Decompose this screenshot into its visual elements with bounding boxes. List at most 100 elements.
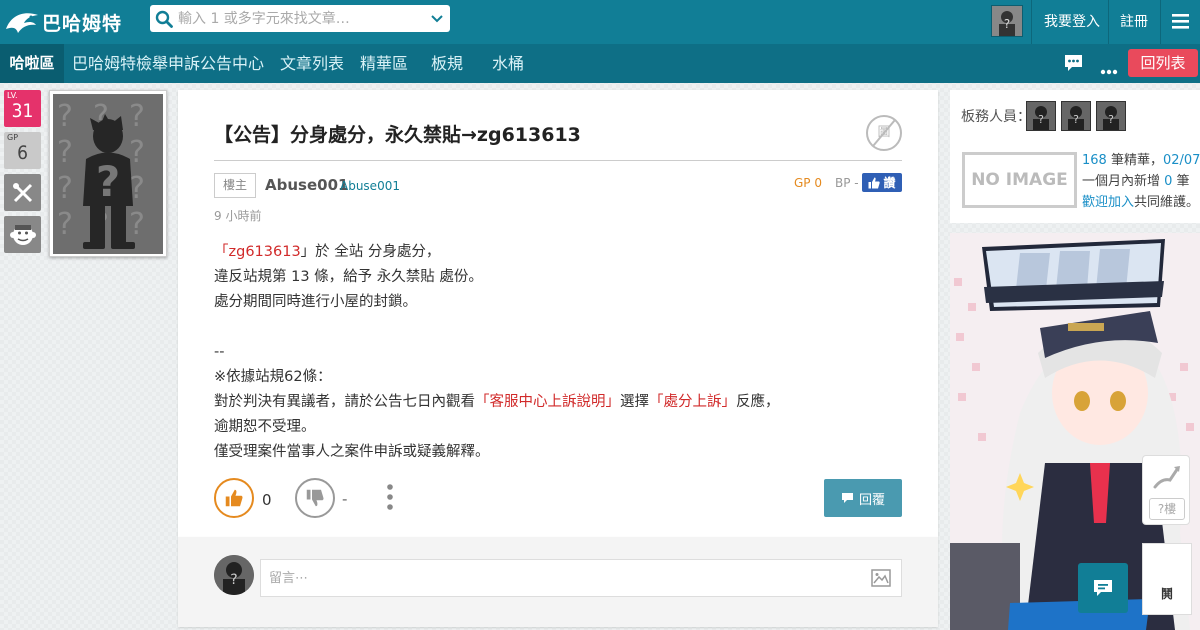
svg-text:?: ? (1038, 113, 1044, 126)
level-value: 31 (11, 100, 34, 122)
banned-user-link[interactable]: zg613613 (229, 244, 301, 260)
post-card: 【公告】分身處分，永久禁貼→zg613613 圖 樓主 Abuse001 Abu… (178, 90, 938, 537)
svg-text:?: ? (1108, 113, 1114, 126)
tab-ban-bucket[interactable]: 水桶 (492, 44, 524, 83)
appeal-link[interactable]: 「處分上訴」 (649, 394, 736, 410)
svg-text:?: ? (96, 157, 120, 206)
chat-icon (1094, 580, 1112, 596)
moderator-avatar[interactable]: ? (1096, 101, 1126, 131)
svg-text:?: ? (129, 99, 145, 134)
bahamut-logo-icon (6, 13, 38, 33)
body-text: 處分期間同時進行小屋的封鎖。 (214, 294, 417, 310)
comment-input[interactable] (261, 560, 861, 596)
tab-rules[interactable]: 板規 (431, 44, 463, 83)
join-link[interactable]: 歡迎加入 (1082, 195, 1134, 210)
moderator-avatar[interactable]: ? (1026, 101, 1056, 131)
search-icon[interactable] (150, 5, 178, 32)
body-text: 逾期恕不受理。 (214, 419, 316, 435)
login-link[interactable]: 我要登入 (1044, 0, 1100, 44)
svg-text:?: ? (57, 171, 73, 206)
chevron-down-icon[interactable] (424, 14, 450, 24)
chat-fab-button[interactable] (1078, 563, 1128, 613)
tab-board-name[interactable]: 巴哈姆特檢舉申訴公告中心 (72, 44, 264, 83)
site-logo[interactable]: 巴哈姆特 (4, 7, 122, 37)
stat-text: 筆 (1172, 174, 1190, 189)
divider (1108, 0, 1109, 44)
side-float-tab[interactable]: 鬨 (1142, 543, 1192, 615)
bp-dislike-button[interactable] (295, 478, 335, 518)
level-badge[interactable]: LV. 31 (4, 90, 41, 127)
svg-text:?: ? (230, 572, 237, 588)
top-bar: 巴哈姆特 ? 我要登入 註冊 (0, 0, 1200, 44)
commenter-avatar: ? (214, 555, 254, 595)
monkey-face-icon[interactable] (4, 216, 41, 253)
level-tag: LV. (7, 91, 18, 100)
floor-jump-input[interactable]: ?樓 (1149, 498, 1185, 520)
board-cover-placeholder: NO IMAGE (962, 152, 1077, 208)
moderator-label: 板務人員： (961, 109, 1031, 125)
user-avatar[interactable]: ? (991, 5, 1023, 37)
author-name[interactable]: Abuse001 (265, 176, 348, 194)
post-time: 9 小時前 (214, 209, 262, 223)
hamburger-menu-icon[interactable] (1172, 13, 1189, 33)
thumbs-down-icon (306, 489, 324, 507)
board-info-panel: 板務人員： ? ? ? NO IMAGE 168 筆精華，02/07 更新 一個… (950, 90, 1200, 223)
body-text: ※依據站規62條： (214, 369, 332, 385)
divider (1160, 0, 1161, 44)
reply-label: 回覆 (858, 492, 885, 508)
gp-like-button[interactable] (214, 478, 254, 518)
thumbs-up-icon (225, 489, 243, 507)
update-date[interactable]: 02/07 (1163, 153, 1200, 168)
image-upload-icon[interactable] (871, 569, 891, 591)
more-horizontal-icon[interactable] (1100, 60, 1118, 79)
stat-text: 共同維護。 (1134, 195, 1200, 210)
essence-count[interactable]: 168 (1082, 153, 1107, 168)
tab-essence[interactable]: 精華區 (360, 44, 408, 83)
tab-home[interactable]: 哈啦區 (0, 44, 64, 83)
more-vertical-icon[interactable] (385, 484, 395, 514)
body-text: -- (214, 344, 225, 360)
quote-mark: 「 (214, 244, 229, 260)
body-text: 違反站規第 13 條，給予 永久禁貼 處份。 (214, 269, 483, 285)
logo-text: 巴哈姆特 (42, 12, 123, 35)
gp-score: GP 0 (794, 176, 822, 190)
user-stats: LV. 31 GP 6 (4, 90, 41, 258)
tools-icon[interactable] (4, 174, 41, 211)
reply-button[interactable]: 回覆 (824, 479, 902, 517)
svg-text:?: ? (1004, 17, 1010, 31)
floor-badge: 樓主 (214, 173, 256, 198)
board-stats: 168 筆精華，02/07 更新 一個月內新增 0 筆 歡迎加入共同維護。 (1082, 150, 1200, 213)
search-box (150, 5, 450, 32)
comment-section: ? (178, 537, 938, 627)
board-nav: 哈啦區 巴哈姆特檢舉申訴公告中心 文章列表 精華區 板規 水桶 回列表 (0, 44, 1200, 83)
svg-text:?: ? (57, 99, 73, 134)
stat-text: 筆精華， (1106, 153, 1163, 168)
moderator-avatar[interactable]: ? (1061, 101, 1091, 131)
gp-value: 6 (17, 142, 28, 164)
author-profile-image[interactable]: ??? ?? ?? ??? ? (49, 90, 167, 257)
thumbs-up-icon (868, 177, 881, 188)
gp-badge[interactable]: GP 6 (4, 132, 41, 169)
back-to-list-button[interactable]: 回列表 (1128, 49, 1198, 77)
body-text: 反應， (736, 394, 780, 410)
dislike-count: - (342, 490, 348, 508)
bp-score: BP - (835, 176, 859, 190)
svg-text:?: ? (1073, 113, 1079, 126)
gp-tag: GP (7, 133, 19, 142)
no-image-icon: 圖 (866, 115, 902, 151)
author-id[interactable]: Abuse001 (340, 179, 400, 193)
floor-jump-widget[interactable]: ?樓 (1142, 455, 1190, 525)
like-share-label: 讚 (883, 176, 896, 190)
tab-article-list[interactable]: 文章列表 (280, 44, 344, 83)
svg-text:?: ? (57, 207, 73, 242)
default-avatar-silhouette: ??? ?? ?? ??? ? (53, 94, 163, 254)
divider (214, 160, 902, 161)
divider (1031, 0, 1032, 44)
appeal-guide-link[interactable]: 「客服中心上訴說明」 (475, 394, 620, 410)
svg-text:?: ? (129, 135, 145, 170)
search-input[interactable] (178, 6, 424, 31)
like-share-button[interactable]: 讚 (862, 173, 902, 192)
reply-icon (841, 493, 853, 503)
chat-bubble-icon[interactable] (1063, 53, 1084, 78)
register-link[interactable]: 註冊 (1120, 0, 1148, 44)
